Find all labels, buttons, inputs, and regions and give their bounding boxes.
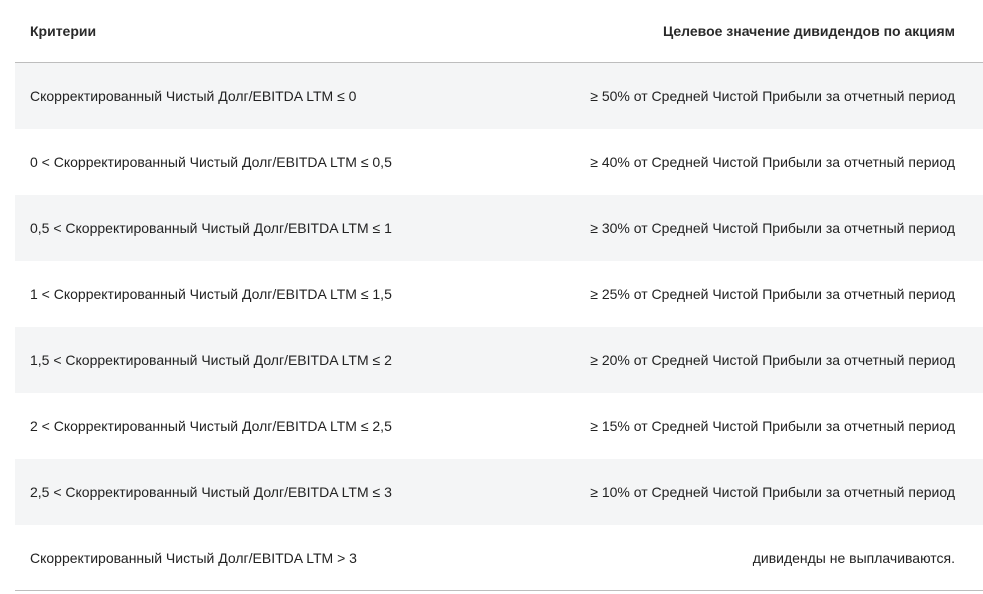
row-criteria: 1,5 < Скорректированный Чистый Долг/EBIT… xyxy=(30,352,392,368)
row-criteria: Скорректированный Чистый Долг/EBITDA LTM… xyxy=(30,88,357,104)
row-criteria: 0,5 < Скорректированный Чистый Долг/EBIT… xyxy=(30,220,392,236)
header-target: Целевое значение дивидендов по акциям xyxy=(662,23,955,39)
row-criteria: 0 < Скорректированный Чистый Долг/EBITDA… xyxy=(30,154,392,170)
table-row: 0 < Скорректированный Чистый Долг/EBITDA… xyxy=(15,129,983,195)
row-target: ≥ 40% от Средней Чистой Прибыли за отчет… xyxy=(590,154,955,170)
table-header: Критерии Целевое значение дивидендов по … xyxy=(15,0,983,63)
row-target: ≥ 10% от Средней Чистой Прибыли за отчет… xyxy=(590,484,955,500)
row-criteria: 1 < Скорректированный Чистый Долг/EBITDA… xyxy=(30,286,392,302)
row-target: ≥ 50% от Средней Чистой Прибыли за отчет… xyxy=(590,88,955,104)
header-criteria: Критерии xyxy=(30,23,97,39)
row-target: ≥ 20% от Средней Чистой Прибыли за отчет… xyxy=(590,352,955,368)
table-row: Скорректированный Чистый Долг/EBITDA LTM… xyxy=(15,63,983,129)
row-criteria: Скорректированный Чистый Долг/EBITDA LTM… xyxy=(30,549,357,566)
table-row: Скорректированный Чистый Долг/EBITDA LTM… xyxy=(15,525,983,591)
row-target: дивиденды не выплачиваются. xyxy=(752,549,955,566)
row-target: ≥ 30% от Средней Чистой Прибыли за отчет… xyxy=(590,220,955,236)
table-row: 2 < Скорректированный Чистый Долг/EBITDA… xyxy=(15,393,983,459)
table-row: 1,5 < Скорректированный Чистый Долг/EBIT… xyxy=(15,327,983,393)
table-row: 0,5 < Скорректированный Чистый Долг/EBIT… xyxy=(15,195,983,261)
table-row: 2,5 < Скорректированный Чистый Долг/EBIT… xyxy=(15,459,983,525)
dividend-criteria-table: Критерии Целевое значение дивидендов по … xyxy=(15,0,983,591)
row-target: ≥ 15% от Средней Чистой Прибыли за отчет… xyxy=(590,418,955,434)
row-criteria: 2,5 < Скорректированный Чистый Долг/EBIT… xyxy=(30,484,392,500)
row-target: ≥ 25% от Средней Чистой Прибыли за отчет… xyxy=(590,286,955,302)
table-row: 1 < Скорректированный Чистый Долг/EBITDA… xyxy=(15,261,983,327)
row-criteria: 2 < Скорректированный Чистый Долг/EBITDA… xyxy=(30,418,392,434)
